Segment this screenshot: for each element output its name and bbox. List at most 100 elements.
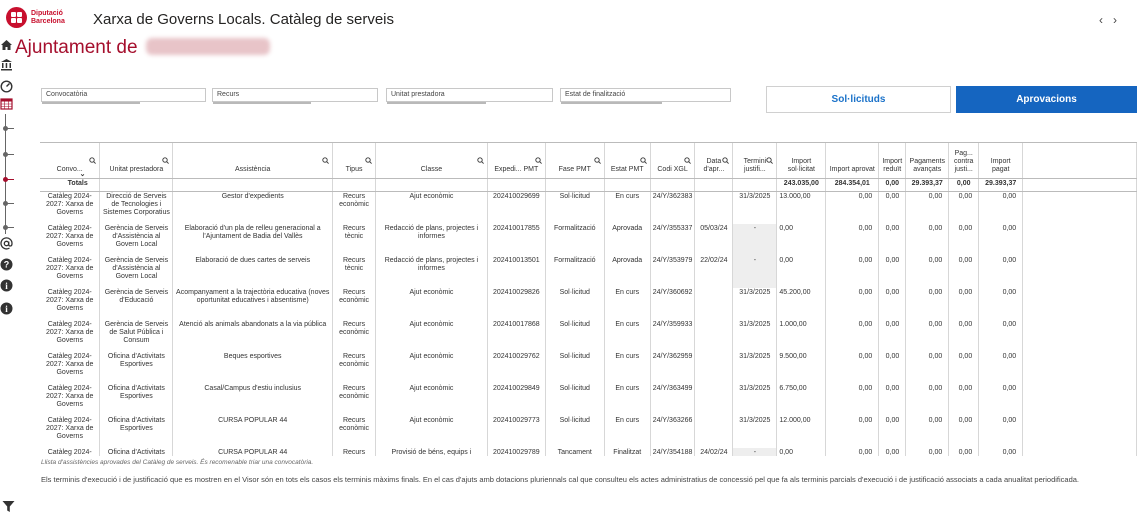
totals-empty-cell — [172, 178, 334, 192]
nav-tree-node-active[interactable] — [3, 177, 8, 182]
table-cell: Catàleg 2024-2027: Xarxa de Governs — [40, 416, 101, 448]
table-cell: Recurs tècnic — [332, 256, 377, 288]
search-icon[interactable] — [477, 157, 484, 167]
recurs-filter[interactable]: Recurs — [212, 88, 378, 104]
search-icon[interactable] — [89, 157, 97, 167]
building-icon[interactable] — [0, 58, 14, 72]
table-cell: Elaboració d'un pla de relleu generacion… — [172, 224, 334, 256]
column-header[interactable]: Pagaments avançats — [905, 143, 950, 179]
sort-indicator-icon[interactable]: ⌄ — [80, 171, 86, 179]
table-cell: Catàleg 2024-2027: Xarxa de Governs — [40, 352, 101, 384]
row-filler — [1022, 191, 1137, 224]
total-import-reduit: 0,00 — [878, 178, 907, 192]
table-row[interactable]: Catàleg 2024- Oficina d'Activitats CURSA P… — [40, 448, 1137, 456]
column-header-label: Expedi... PMT — [494, 166, 539, 173]
table-cell: 31/3/2025 — [732, 384, 778, 416]
table-cell — [694, 320, 734, 352]
table-row[interactable]: Catàleg 2024-2027: Xarxa de Governs Gerèn… — [40, 320, 1137, 352]
search-icon[interactable] — [684, 157, 692, 167]
search-icon[interactable] — [594, 157, 601, 167]
calendar-icon[interactable] — [0, 97, 14, 111]
table-cell: Oficina d'Activitats Esportives — [99, 384, 174, 416]
at-icon[interactable] — [0, 237, 14, 251]
column-header[interactable]: Import aprovat — [825, 143, 880, 179]
table-cell: 0,00 — [878, 320, 907, 352]
nav-tree-node[interactable] — [3, 225, 8, 230]
info-icon[interactable]: i — [0, 279, 14, 293]
table-row[interactable]: Catàleg 2024-2027: Xarxa de Governs Ofici… — [40, 384, 1137, 416]
table-row[interactable]: Catàleg 2024-2027: Xarxa de Governs Gerèn… — [40, 224, 1137, 256]
table-cell: 0,00 — [978, 320, 1024, 352]
nav-tree-node[interactable] — [3, 201, 8, 206]
diputacio-logo[interactable]: Diputació Barcelona — [6, 7, 65, 28]
column-header[interactable]: Pag... contra justi... — [948, 143, 980, 179]
search-icon[interactable] — [162, 157, 170, 167]
estat-finalitzacio-filter[interactable]: Estat de finalització — [560, 88, 731, 104]
column-header[interactable]: Tipus — [332, 143, 377, 179]
table-cell: Formalització — [545, 224, 605, 256]
terms-note: Els terminis d'execució i de justificaci… — [41, 475, 1080, 484]
column-header[interactable]: Expedi... PMT — [487, 143, 546, 179]
row-filler — [1022, 288, 1137, 320]
table-cell: Catàleg 2024-2027: Xarxa de Governs — [40, 320, 101, 352]
column-header[interactable]: Data d'apr... — [694, 143, 734, 179]
column-header[interactable]: Import sol·licitat — [776, 143, 827, 179]
table-cell: 31/3/2025 — [732, 320, 778, 352]
table-cell: 24/Y/362959 — [650, 352, 696, 384]
search-icon[interactable] — [722, 157, 730, 167]
table-cell: CURSA POPULAR 44 — [172, 416, 334, 448]
total-pag-contra-justi: 0,00 — [948, 178, 980, 192]
column-header[interactable]: Classe — [375, 143, 488, 179]
approvals-grid: Convo... Unitat prestadora Assistència Tipu… — [40, 143, 1137, 456]
column-header[interactable]: Estat PMT — [604, 143, 651, 179]
table-cell: 24/Y/360692 — [650, 288, 696, 320]
search-icon[interactable] — [640, 157, 647, 167]
search-icon[interactable] — [365, 157, 372, 167]
gauge-icon[interactable] — [0, 80, 14, 94]
column-header[interactable]: Assistència — [172, 143, 334, 179]
table-row[interactable]: Catàleg 2024-2027: Xarxa de Governs Direc… — [40, 191, 1137, 224]
table-cell: Formalització — [545, 256, 605, 288]
table-row[interactable]: Catàleg 2024-2027: Xarxa de Governs Ofici… — [40, 416, 1137, 448]
table-cell: 24/Y/363266 — [650, 416, 696, 448]
column-header[interactable]: Import pagat — [978, 143, 1024, 179]
filter-icon[interactable] — [2, 500, 15, 516]
column-header[interactable]: Convo... — [40, 143, 101, 179]
table-row[interactable]: Catàleg 2024-2027: Xarxa de Governs Gerèn… — [40, 256, 1137, 288]
app-title: Xarxa de Governs Locals. Catàleg de serv… — [93, 11, 394, 28]
table-row[interactable]: Catàleg 2024-2027: Xarxa de Governs Gerèn… — [40, 288, 1137, 320]
convocatoria-filter[interactable]: Convocatòria — [41, 88, 206, 104]
search-icon[interactable] — [535, 157, 542, 167]
sollicituds-tab[interactable]: Sol·licituds — [766, 86, 951, 113]
column-header-label: Import pagat — [990, 158, 1011, 173]
table-row[interactable]: Catàleg 2024-2027: Xarxa de Governs Ofici… — [40, 352, 1137, 384]
column-header-label: Assistència — [235, 166, 271, 173]
column-header[interactable]: Codi XGL — [650, 143, 696, 179]
table-cell: 0,00 — [978, 288, 1024, 320]
search-icon[interactable] — [322, 157, 329, 167]
aprovacions-tab[interactable]: Aprovacions — [956, 86, 1137, 113]
table-cell: 0,00 — [905, 224, 950, 256]
column-header[interactable]: Unitat prestadora — [99, 143, 174, 179]
column-header[interactable]: Import reduït — [878, 143, 907, 179]
nav-tree-node[interactable] — [3, 126, 8, 131]
unitat-prestadora-filter[interactable]: Unitat prestadora — [386, 88, 553, 104]
row-filler — [1022, 224, 1137, 256]
next-page-button[interactable]: › — [1113, 13, 1127, 27]
search-icon[interactable] — [766, 157, 774, 167]
info-icon[interactable]: i — [0, 302, 14, 316]
column-header[interactable]: Termini justifi... — [732, 143, 778, 179]
nav-tree-node[interactable] — [3, 152, 8, 157]
totals-empty-cell — [604, 178, 651, 192]
table-cell: Oficina d'Activitats — [99, 448, 174, 456]
home-icon[interactable] — [0, 38, 14, 52]
table-cell: Gerència de Serveis de Salut Pública i C… — [99, 320, 174, 352]
previous-page-button[interactable]: ‹ — [1099, 13, 1113, 27]
column-header[interactable]: Fase PMT — [545, 143, 605, 179]
total-import-pagat: 29.393,37 — [978, 178, 1024, 192]
table-cell: Casal/Campus d'estiu inclusius — [172, 384, 334, 416]
question-icon[interactable]: ? — [0, 258, 14, 272]
table-cell: En curs — [604, 384, 651, 416]
table-cell: 202410017868 — [487, 320, 546, 352]
table-cell: 202410029849 — [487, 384, 546, 416]
